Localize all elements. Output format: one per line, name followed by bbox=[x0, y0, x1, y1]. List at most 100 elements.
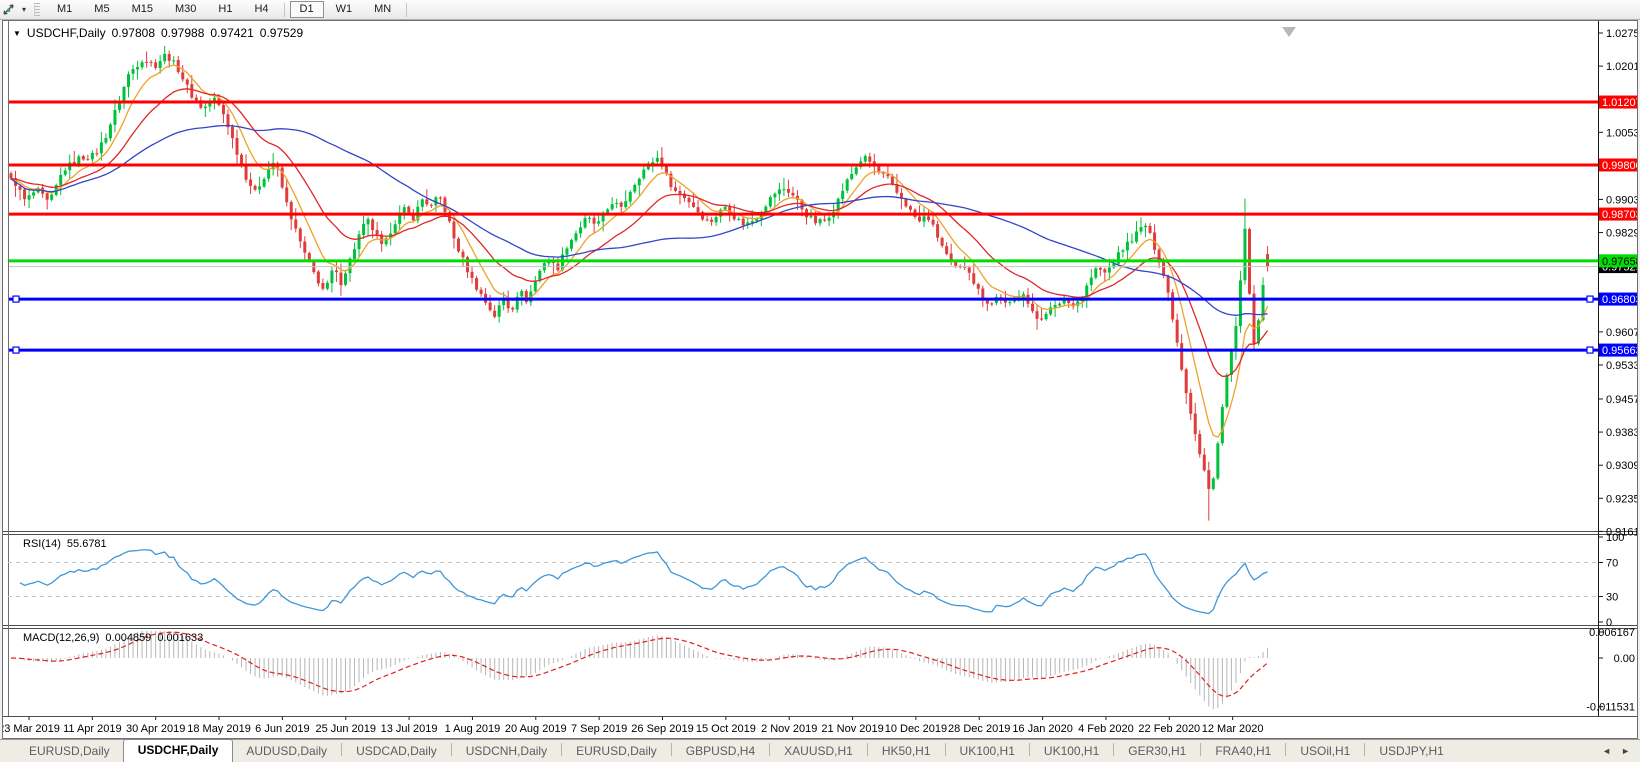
svg-text:0.96803: 0.96803 bbox=[1602, 294, 1637, 306]
chart-tab-usdcad-daily[interactable]: USDCAD,Daily bbox=[343, 741, 450, 762]
timeframe-button-h4[interactable]: H4 bbox=[244, 1, 278, 18]
toolbar-divider bbox=[406, 3, 407, 17]
cursor-tool-icon[interactable] bbox=[0, 2, 18, 18]
chart-symbol-label: USDCHF,Daily bbox=[27, 26, 106, 40]
svg-text:-0.011531: -0.011531 bbox=[1586, 702, 1635, 714]
chart-tab-hk50-h1[interactable]: HK50,H1 bbox=[869, 741, 944, 762]
timeframe-button-m5[interactable]: M5 bbox=[84, 1, 119, 18]
chart-tab-eurusd-daily[interactable]: EURUSD,Daily bbox=[16, 741, 123, 762]
chart-tab-usdchf-daily[interactable]: USDCHF,Daily bbox=[123, 739, 234, 762]
chart-tab-gbpusd-h4[interactable]: GBPUSD,H4 bbox=[673, 741, 768, 762]
pane-frame bbox=[3, 21, 1637, 717]
svg-text:0.006167: 0.006167 bbox=[1589, 627, 1635, 639]
svg-text:0.00: 0.00 bbox=[1614, 653, 1635, 665]
svg-text:25 Jun 2019: 25 Jun 2019 bbox=[315, 723, 376, 735]
chart-tab-usdjpy-h1[interactable]: USDJPY,H1 bbox=[1366, 741, 1456, 762]
chart-canvas[interactable]: 1.027501.020101.005300.990300.982900.960… bbox=[3, 21, 1637, 738]
chart-tabs-list: EURUSD,DailyUSDCHF,DailyAUDUSD,DailyUSDC… bbox=[16, 739, 1457, 762]
svg-text:20 Aug 2019: 20 Aug 2019 bbox=[505, 723, 567, 735]
svg-text:0.93090: 0.93090 bbox=[1606, 460, 1637, 472]
tab-divider bbox=[561, 743, 562, 756]
svg-text:26 Sep 2019: 26 Sep 2019 bbox=[631, 723, 693, 735]
tab-scroll-arrows: ◄ ► bbox=[1602, 746, 1630, 756]
svg-text:23 Mar 2019: 23 Mar 2019 bbox=[3, 723, 60, 735]
svg-text:0.98290: 0.98290 bbox=[1606, 228, 1637, 240]
svg-text:0.96070: 0.96070 bbox=[1606, 327, 1637, 339]
line-handle[interactable] bbox=[13, 347, 19, 353]
date-axis: 23 Mar 201911 Apr 201930 Apr 201918 May … bbox=[3, 717, 1264, 735]
line-handle[interactable] bbox=[13, 296, 19, 302]
svg-text:28 Dec 2019: 28 Dec 2019 bbox=[948, 723, 1010, 735]
tab-divider bbox=[769, 743, 770, 756]
collapse-arrow-icon[interactable]: ▼ bbox=[13, 29, 21, 38]
ohlc-close: 0.97529 bbox=[260, 26, 303, 40]
svg-text:100: 100 bbox=[1606, 532, 1624, 544]
timeframe-button-m30[interactable]: M30 bbox=[165, 1, 206, 18]
svg-text:0.94570: 0.94570 bbox=[1606, 394, 1637, 406]
chart-tabs-bar: EURUSD,DailyUSDCHF,DailyAUDUSD,DailyUSDC… bbox=[0, 739, 1640, 762]
chart-tab-usoil-h1[interactable]: USOil,H1 bbox=[1287, 741, 1363, 762]
macd-label: MACD(12,26,9)0.0048590.001633 bbox=[23, 632, 203, 644]
svg-text:0.93830: 0.93830 bbox=[1606, 427, 1637, 439]
ohlc-low: 0.97421 bbox=[210, 26, 253, 40]
svg-text:70: 70 bbox=[1606, 558, 1618, 570]
svg-text:0.98703: 0.98703 bbox=[1602, 209, 1637, 221]
chart-tab-fra40-h1[interactable]: FRA40,H1 bbox=[1202, 741, 1284, 762]
chart-shift-marker-icon[interactable] bbox=[1282, 27, 1296, 37]
svg-text:22 Feb 2020: 22 Feb 2020 bbox=[1138, 723, 1200, 735]
svg-text:18 May 2019: 18 May 2019 bbox=[187, 723, 251, 735]
timeframe-button-w1[interactable]: W1 bbox=[326, 1, 363, 18]
timeframe-button-d1[interactable]: D1 bbox=[290, 1, 324, 18]
svg-text:1.00530: 1.00530 bbox=[1606, 127, 1637, 139]
svg-text:0.97658: 0.97658 bbox=[1602, 256, 1637, 268]
chart-tab-audusd-daily[interactable]: AUDUSD,Daily bbox=[233, 741, 340, 762]
svg-text:0.95663: 0.95663 bbox=[1602, 345, 1637, 357]
candlesticks bbox=[10, 46, 1270, 521]
tab-divider bbox=[451, 743, 452, 756]
timeframe-buttons: M1M5M15M30H1H4 D1W1MN bbox=[46, 1, 411, 18]
chart-tab-uk100-h1[interactable]: UK100,H1 bbox=[947, 741, 1028, 762]
svg-text:6 Jun 2019: 6 Jun 2019 bbox=[255, 723, 309, 735]
chart-tab-eurusd-daily[interactable]: EURUSD,Daily bbox=[563, 741, 670, 762]
toolbar-grip[interactable] bbox=[34, 3, 40, 16]
timeframe-button-m1[interactable]: M1 bbox=[47, 1, 82, 18]
tab-divider bbox=[1029, 743, 1030, 756]
svg-text:12 Mar 2020: 12 Mar 2020 bbox=[1202, 723, 1264, 735]
tab-divider bbox=[1113, 743, 1114, 756]
line-handle[interactable] bbox=[1587, 296, 1593, 302]
rsi-label: RSI(14)55.6781 bbox=[23, 538, 107, 550]
chart-tab-xauusd-h1[interactable]: XAUUSD,H1 bbox=[771, 741, 866, 762]
tab-scroll-left-icon[interactable]: ◄ bbox=[1602, 746, 1611, 756]
moving-averages bbox=[11, 65, 1268, 437]
tab-divider bbox=[867, 743, 868, 756]
svg-text:21 Nov 2019: 21 Nov 2019 bbox=[821, 723, 883, 735]
svg-text:0.99030: 0.99030 bbox=[1606, 194, 1637, 206]
chart-tab-usdcnh-daily[interactable]: USDCNH,Daily bbox=[453, 741, 560, 762]
tab-scroll-right-icon[interactable]: ► bbox=[1621, 746, 1630, 756]
svg-text:0.99800: 0.99800 bbox=[1602, 160, 1637, 172]
svg-text:1.02750: 1.02750 bbox=[1606, 28, 1637, 40]
timeframe-button-m15[interactable]: M15 bbox=[122, 1, 163, 18]
svg-text:30 Apr 2019: 30 Apr 2019 bbox=[126, 723, 185, 735]
svg-text:2 Nov 2019: 2 Nov 2019 bbox=[761, 723, 817, 735]
svg-text:7 Sep 2019: 7 Sep 2019 bbox=[571, 723, 627, 735]
ohlc-open: 0.97808 bbox=[112, 26, 155, 40]
svg-text:10 Dec 2019: 10 Dec 2019 bbox=[885, 723, 947, 735]
tool-dropdown-caret-icon[interactable]: ▾ bbox=[18, 5, 30, 14]
line-handle[interactable] bbox=[1587, 347, 1593, 353]
tab-divider bbox=[1364, 743, 1365, 756]
timeframe-button-h1[interactable]: H1 bbox=[208, 1, 242, 18]
svg-text:4 Feb 2020: 4 Feb 2020 bbox=[1078, 723, 1134, 735]
chart-tab-ger30-h1[interactable]: GER30,H1 bbox=[1115, 741, 1199, 762]
tab-divider bbox=[1285, 743, 1286, 756]
svg-text:13 Jul 2019: 13 Jul 2019 bbox=[381, 723, 438, 735]
tab-divider bbox=[341, 743, 342, 756]
horizontal-lines[interactable] bbox=[8, 102, 1598, 353]
svg-text:0.95330: 0.95330 bbox=[1606, 360, 1637, 372]
timeframe-button-mn[interactable]: MN bbox=[364, 1, 401, 18]
rsi-pane bbox=[8, 550, 1598, 614]
svg-text:16 Jan 2020: 16 Jan 2020 bbox=[1012, 723, 1073, 735]
chart-tab-uk100-h1[interactable]: UK100,H1 bbox=[1031, 741, 1112, 762]
mt4-window: ▾ M1M5M15M30H1H4D1W1MN 1.027501.020101.0… bbox=[0, 0, 1640, 762]
toolbar-divider bbox=[284, 3, 285, 17]
